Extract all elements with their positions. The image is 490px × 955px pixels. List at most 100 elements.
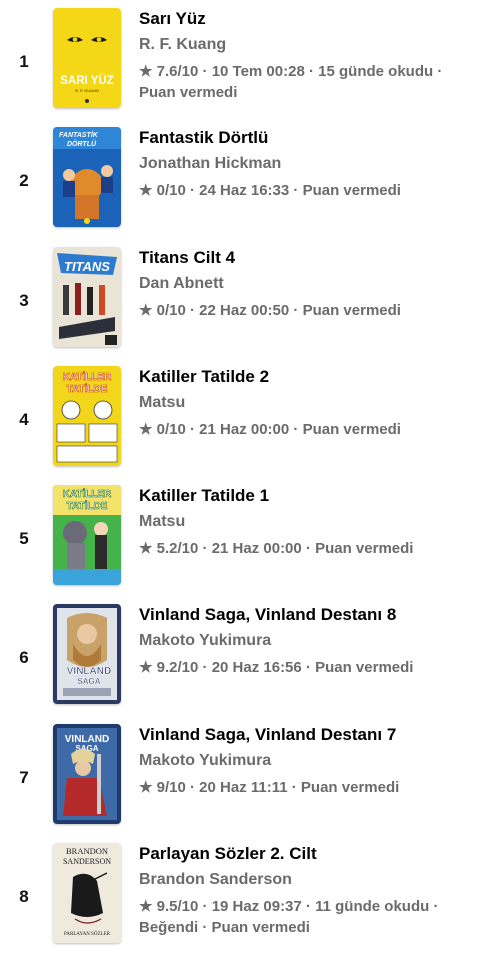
read-date: 22 Haz 00:50 [199, 302, 290, 319]
rating-status: Puan vermedi [300, 779, 400, 796]
book-title[interactable]: Vinland Saga, Vinland Destanı 8 [139, 604, 478, 626]
rating-status: Puan vermedi [302, 302, 401, 319]
book-cover[interactable]: TITANS [53, 247, 121, 347]
rating-value: 9.2/10 [156, 659, 199, 676]
rating-value: 9/10 [156, 779, 186, 796]
book-author[interactable]: Brandon Sanderson [139, 870, 478, 890]
svg-text:PARLAYAN SÖZLER: PARLAYAN SÖZLER [64, 931, 111, 937]
book-title[interactable]: Fantastik Dörtlü [139, 127, 478, 149]
book-cover[interactable]: KATİLLER TATİLDE [53, 485, 121, 585]
cover-author: R. F. KUANG [75, 88, 99, 93]
rating-status: Puan vermedi [302, 421, 401, 438]
book-info: Katiller Tatilde 1 Matsu ★ 5.2/10 · 21 H… [139, 485, 478, 559]
star-icon: ★ [139, 540, 153, 557]
book-author[interactable]: Dan Abnett [139, 274, 478, 294]
list-item[interactable]: 3 TITANS Titans Cilt 4 Dan Abnett ★ 0/10… [0, 247, 490, 357]
svg-text:SAGA: SAGA [77, 677, 100, 686]
rating-status: Puan vermedi [211, 919, 310, 936]
svg-text:TITANS: TITANS [64, 259, 110, 274]
star-icon: ★ [139, 421, 153, 438]
book-author[interactable]: Matsu [139, 512, 478, 532]
book-cover[interactable]: SARI YÜZ R. F. KUANG [53, 8, 121, 108]
rating-value: 0/10 [156, 302, 186, 319]
list-item[interactable]: 4 KATİLLER TATİLDE Katiller Tatilde 2 Ma… [0, 366, 490, 476]
rank-number: 2 [19, 171, 29, 190]
book-author[interactable]: Makoto Yukimura [139, 631, 478, 651]
list-item[interactable]: 6 VINLAND SAGA Vinland Saga, Vinland Des… [0, 604, 490, 714]
svg-text:FANTASTİK: FANTASTİK [59, 131, 99, 139]
book-info: Fantastik Dörtlü Jonathan Hickman ★ 0/10… [139, 127, 478, 201]
book-author[interactable]: R. F. Kuang [139, 35, 478, 55]
liked-status: Beğendi [139, 919, 199, 936]
svg-text:TATİLDE: TATİLDE [67, 499, 108, 512]
svg-text:DÖRTLÜ: DÖRTLÜ [67, 139, 97, 148]
svg-text:TATİLDE: TATİLDE [67, 382, 108, 395]
book-meta: ★ 9/10 · 20 Haz 11:11 · Puan vermedi [139, 779, 400, 796]
cover-title: SARI YÜZ [60, 74, 113, 87]
list-item[interactable]: 2 FANTASTİK DÖRTLÜ Fantastik Dörtlü Jona… [0, 127, 490, 237]
read-date: 10 Tem 00:28 [211, 63, 305, 80]
book-title[interactable]: Sarı Yüz [139, 8, 478, 30]
book-meta: ★ 9.5/10 · 19 Haz 09:37 · 11 günde okudu… [139, 898, 439, 936]
book-list: 1 SARI YÜZ R. F. KUANG Sarı Yüz R. F. Ku… [0, 0, 490, 955]
list-item[interactable]: 5 KATİLLER TATİLDE Katiller Tatilde 1 Ma… [0, 485, 490, 595]
list-item[interactable]: 7 VINLAND SAGA Vinland Saga, Vinland Des… [0, 724, 490, 834]
book-info: Sarı Yüz R. F. Kuang ★ 7.6/10 · 10 Tem 0… [139, 8, 478, 103]
book-meta: ★ 0/10 · 21 Haz 00:00 · Puan vermedi [139, 421, 401, 438]
list-item[interactable]: 8 BRANDON SANDERSON PARLAYAN SÖZLER Parl… [0, 843, 490, 953]
list-item[interactable]: 1 SARI YÜZ R. F. KUANG Sarı Yüz R. F. Ku… [0, 8, 490, 118]
rank-number: 6 [19, 648, 29, 667]
book-cover[interactable]: KATİLLER TATİLDE [53, 366, 121, 466]
book-title[interactable]: Titans Cilt 4 [139, 247, 478, 269]
book-info: Vinland Saga, Vinland Destanı 7 Makoto Y… [139, 724, 478, 798]
book-info: Vinland Saga, Vinland Destanı 8 Makoto Y… [139, 604, 478, 678]
star-icon: ★ [139, 182, 153, 199]
rank-number: 1 [19, 52, 29, 71]
book-cover[interactable]: VINLAND SAGA [53, 724, 121, 824]
read-duration: 11 günde okudu [315, 898, 430, 915]
rating-status: Puan vermedi [315, 659, 414, 676]
read-date: 24 Haz 16:33 [199, 182, 290, 199]
book-info: Parlayan Sözler 2. Cilt Brandon Sanderso… [139, 843, 478, 938]
rank-number: 4 [19, 410, 29, 429]
book-author[interactable]: Makoto Yukimura [139, 751, 478, 771]
book-author[interactable]: Matsu [139, 393, 478, 413]
svg-text:KATİLLER: KATİLLER [63, 370, 112, 383]
book-meta: ★ 5.2/10 · 21 Haz 00:00 · Puan vermedi [139, 540, 414, 557]
cover-art-parlayan-sozler: BRANDON SANDERSON PARLAYAN SÖZLER [53, 843, 121, 943]
book-cover[interactable]: FANTASTİK DÖRTLÜ [53, 127, 121, 227]
book-author[interactable]: Jonathan Hickman [139, 154, 478, 174]
cover-art-katiller-tatilde-2: KATİLLER TATİLDE [53, 366, 121, 466]
book-title[interactable]: Katiller Tatilde 1 [139, 485, 478, 507]
book-meta: ★ 0/10 · 22 Haz 00:50 · Puan vermedi [139, 302, 401, 319]
rating-value: 9.5/10 [156, 898, 199, 915]
rating-status: Puan vermedi [302, 182, 401, 199]
star-icon: ★ [139, 779, 153, 796]
cover-art-fantastik-dortlu: FANTASTİK DÖRTLÜ [53, 127, 121, 227]
svg-text:BRANDON: BRANDON [66, 846, 108, 856]
cover-art-katiller-tatilde-1: KATİLLER TATİLDE [53, 485, 121, 585]
book-meta: ★ 7.6/10 · 10 Tem 00:28 · 15 günde okudu… [139, 63, 443, 101]
book-meta: ★ 9.2/10 · 20 Haz 16:56 · Puan vermedi [139, 659, 414, 676]
book-title[interactable]: Katiller Tatilde 2 [139, 366, 478, 388]
rating-value: 0/10 [156, 421, 186, 438]
book-title[interactable]: Vinland Saga, Vinland Destanı 7 [139, 724, 478, 746]
rank-number: 3 [19, 291, 29, 310]
read-duration: 15 günde okudu [318, 63, 434, 80]
book-cover[interactable]: BRANDON SANDERSON PARLAYAN SÖZLER [53, 843, 121, 943]
book-title[interactable]: Parlayan Sözler 2. Cilt [139, 843, 478, 865]
read-date: 20 Haz 11:11 [199, 779, 288, 796]
rank-number: 5 [19, 529, 29, 548]
read-date: 21 Haz 00:00 [199, 421, 290, 438]
svg-text:KATİLLER: KATİLLER [63, 487, 112, 500]
star-icon: ★ [139, 898, 153, 915]
cover-art-titans: TITANS [53, 247, 121, 347]
book-cover[interactable]: VINLAND SAGA [53, 604, 121, 704]
star-icon: ★ [139, 63, 153, 80]
star-icon: ★ [139, 302, 153, 319]
rating-status: Puan vermedi [139, 84, 238, 101]
read-date: 21 Haz 00:00 [211, 540, 302, 557]
rank-number: 7 [19, 768, 29, 787]
cover-art-sari-yuz: SARI YÜZ R. F. KUANG [53, 8, 121, 108]
book-meta: ★ 0/10 · 24 Haz 16:33 · Puan vermedi [139, 182, 401, 199]
